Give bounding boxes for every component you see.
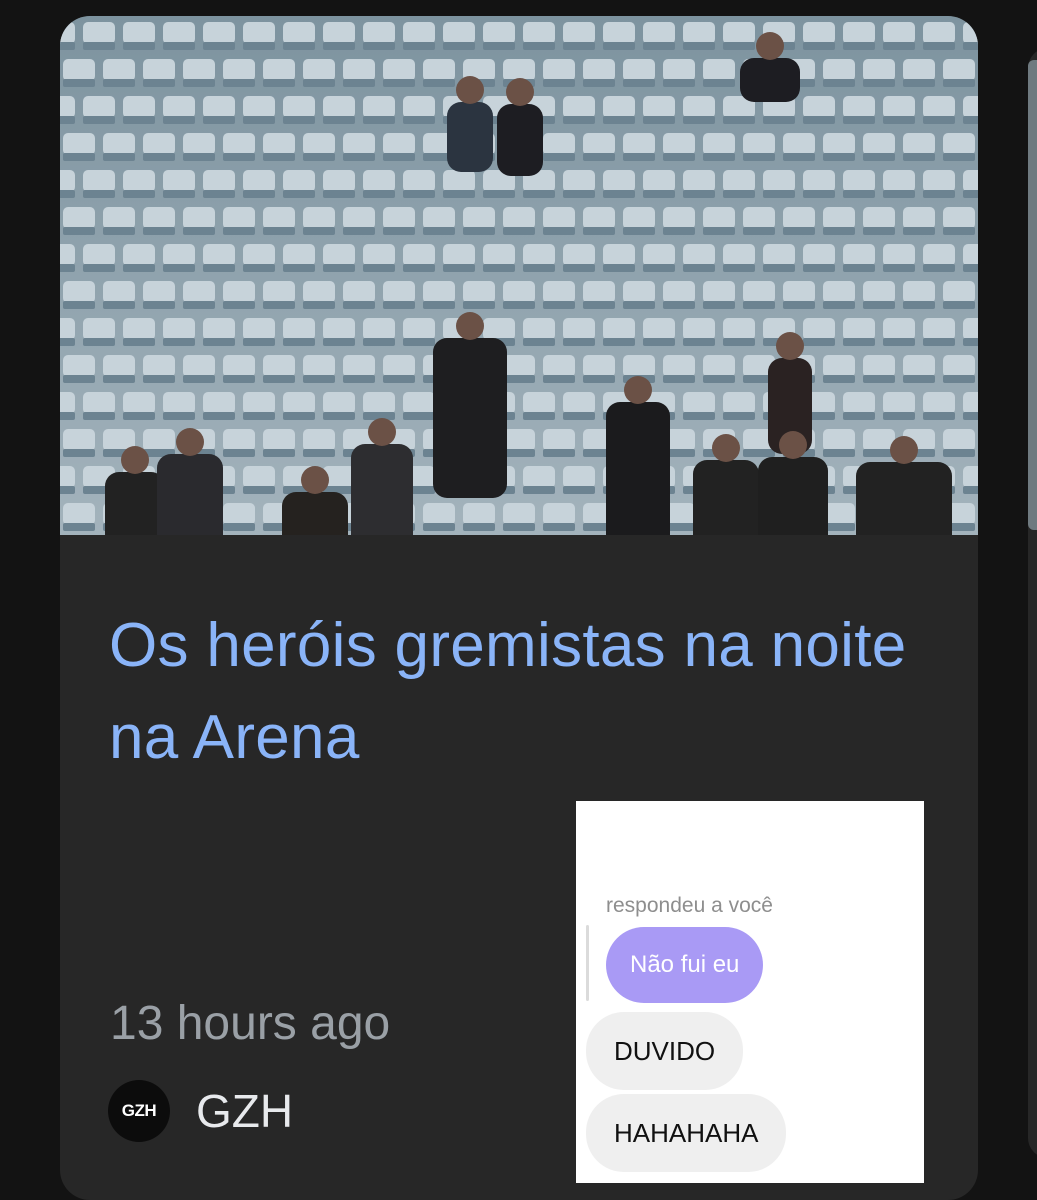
article-image bbox=[60, 16, 978, 535]
next-news-card-image bbox=[1028, 60, 1037, 530]
article-source[interactable]: GZH GZH bbox=[108, 1080, 293, 1142]
source-logo-text: GZH bbox=[121, 1101, 157, 1120]
message-bubble: DUVIDO bbox=[586, 1012, 744, 1090]
reply-quote-bar bbox=[586, 925, 589, 1001]
quoted-message-bubble: Não fui eu bbox=[606, 927, 764, 1003]
article-headline[interactable]: Os heróis gremistas na noite na Arena bbox=[109, 600, 929, 784]
message-bubble: HAHAHAHA bbox=[586, 1094, 787, 1172]
article-timestamp: 13 hours ago bbox=[110, 997, 391, 1050]
reply-label: respondeu a você bbox=[606, 894, 773, 917]
screen: Os heróis gremistas na noite na Arena 13… bbox=[0, 0, 1037, 1200]
source-logo: GZH bbox=[108, 1080, 170, 1142]
chat-screenshot-overlay: respondeu a você Não fui eu DUVIDO HAHAH… bbox=[576, 801, 924, 1183]
source-name: GZH bbox=[196, 1085, 294, 1137]
